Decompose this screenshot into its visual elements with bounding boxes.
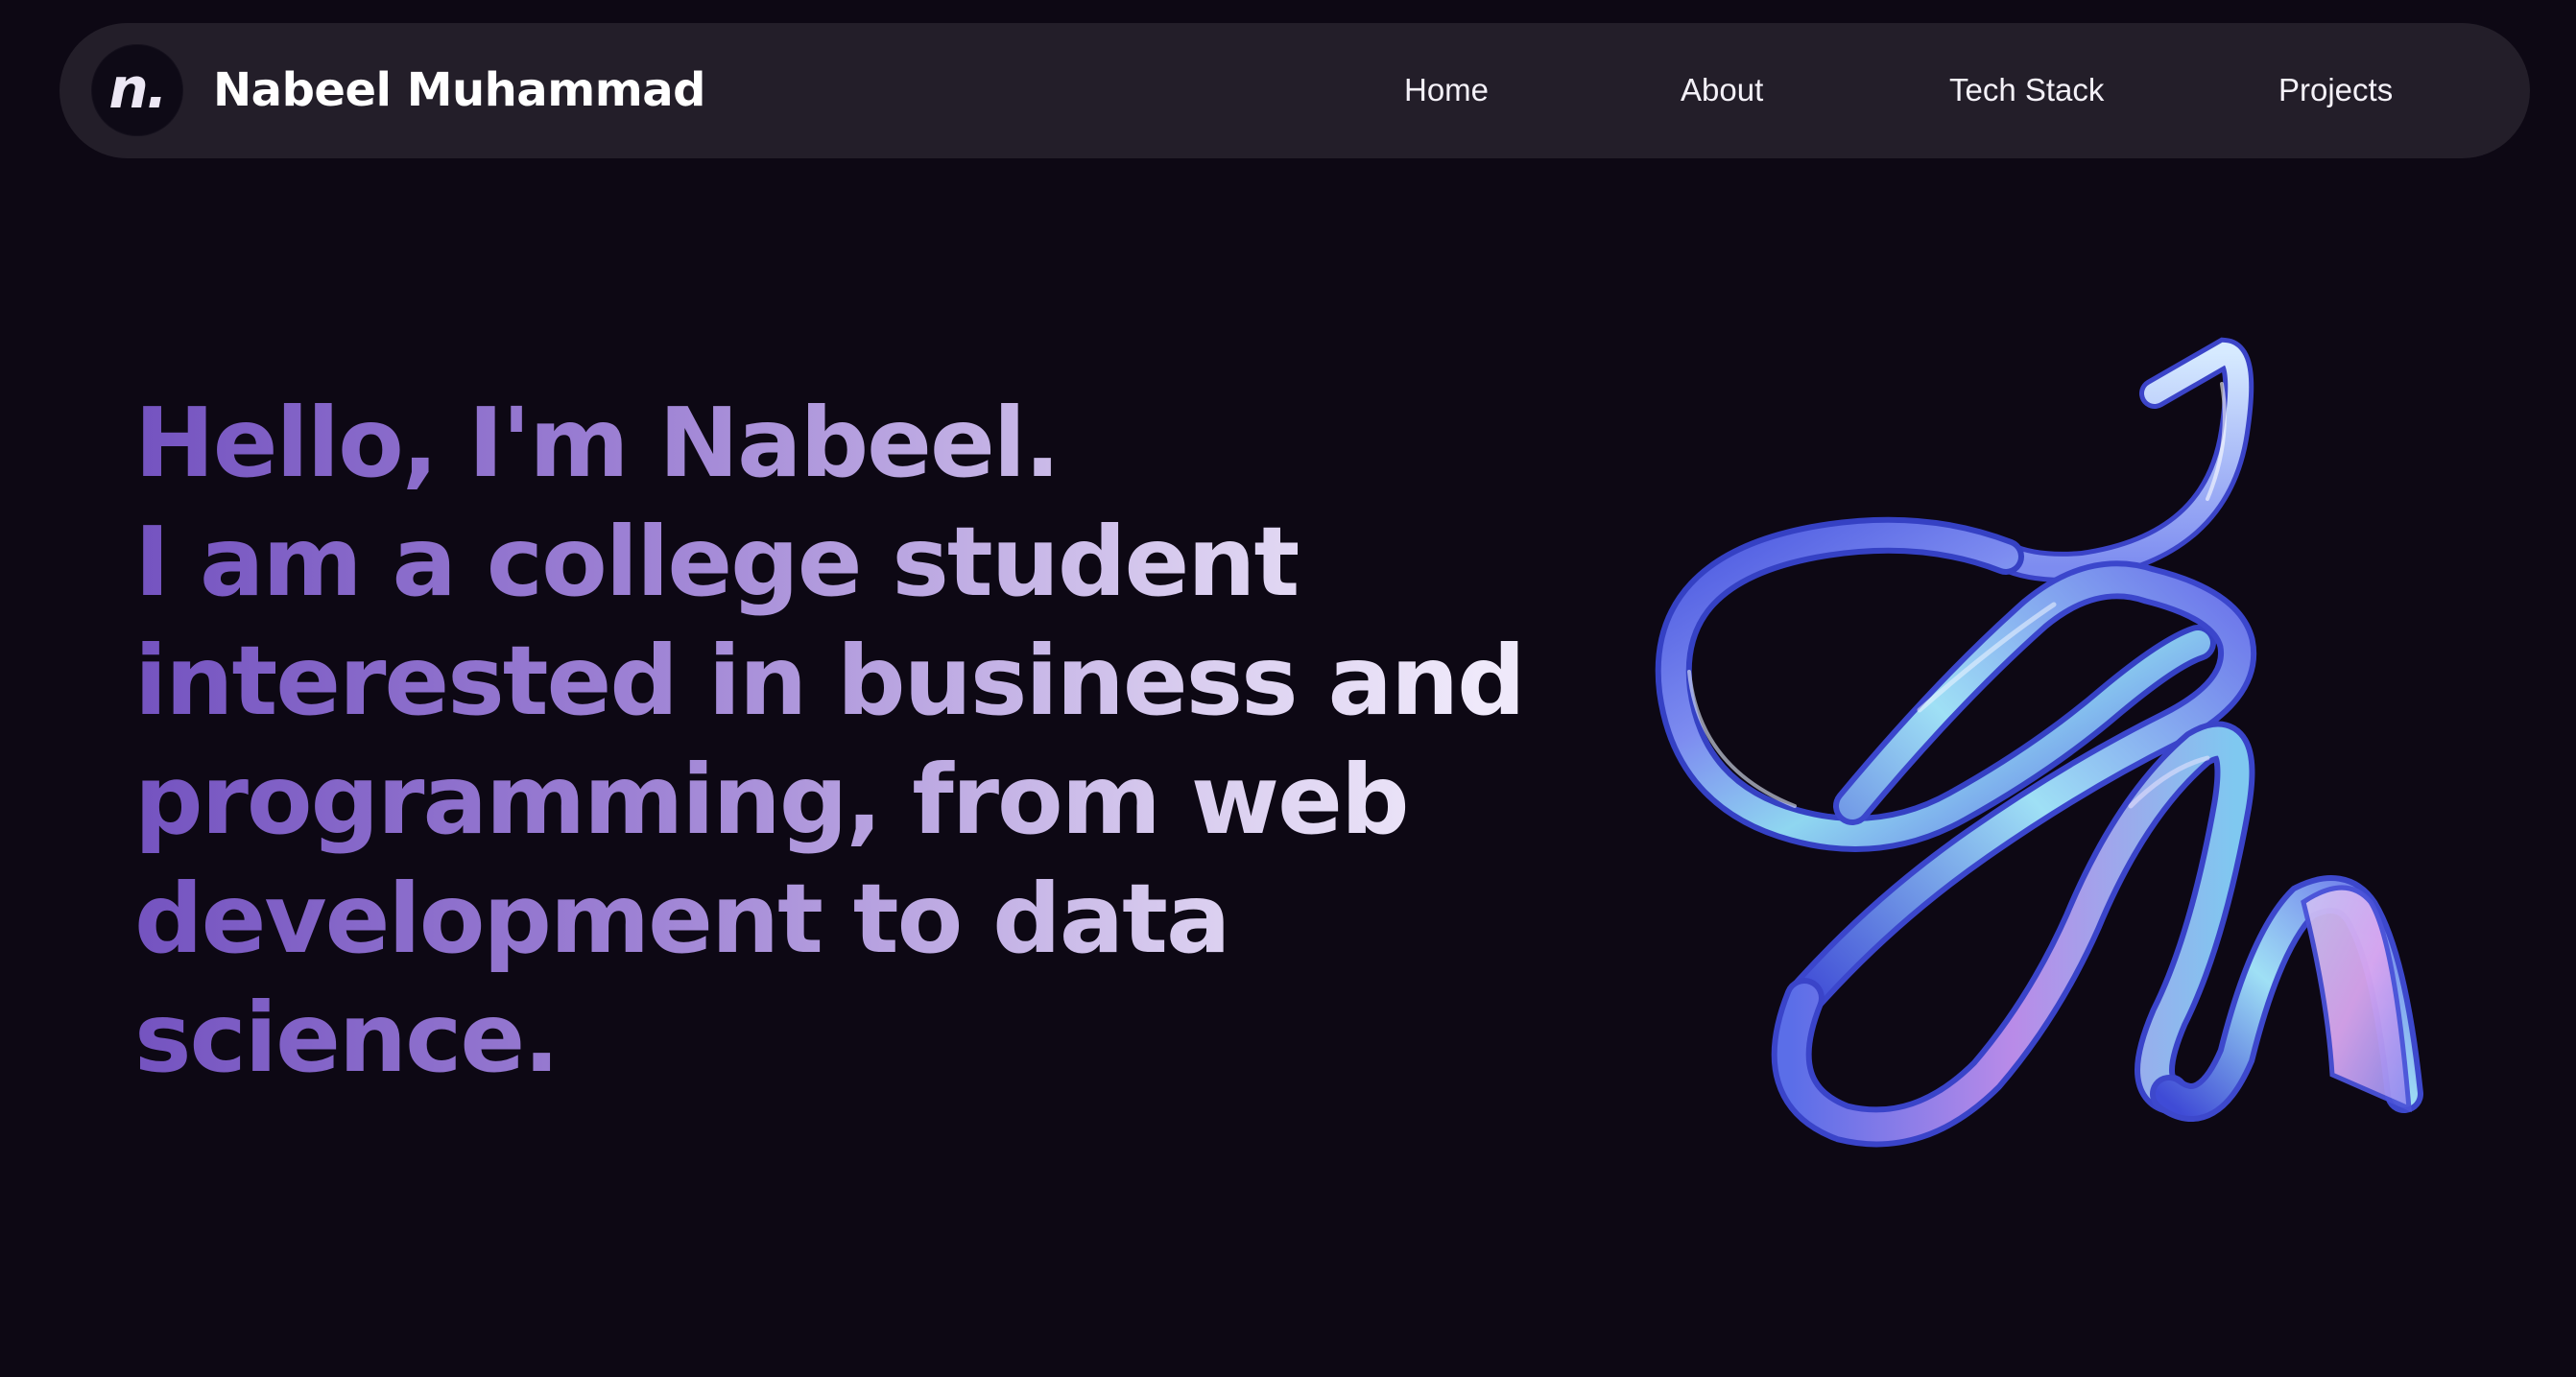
hero-line-2: I am a college student [134,503,1536,622]
nav-link-tech-stack[interactable]: Tech Stack [1949,67,2104,113]
hero-line-6: science. [134,979,1536,1098]
navbar: n. Nabeel Muhammad Home About Tech Stack… [60,23,2530,158]
hero-line-greeting: Hello, I'm Nabeel. [134,384,1536,503]
hero-line-3: interested in business and [134,622,1536,741]
logo-monogram: n. [108,56,167,121]
nav-link-projects[interactable]: Projects [2278,67,2393,113]
nav-link-about[interactable]: About [1681,67,1763,113]
hero-line-4: programming, from web [134,741,1536,860]
ribbon-illustration-icon [1655,337,2423,1148]
logo-icon[interactable]: n. [91,44,183,136]
hero-heading: Hello, I'm Nabeel. I am a college studen… [134,384,1536,1098]
brand-name[interactable]: Nabeel Muhammad [213,57,705,124]
hero-line-5: development to data [134,860,1536,979]
nav-link-home[interactable]: Home [1404,67,1489,113]
